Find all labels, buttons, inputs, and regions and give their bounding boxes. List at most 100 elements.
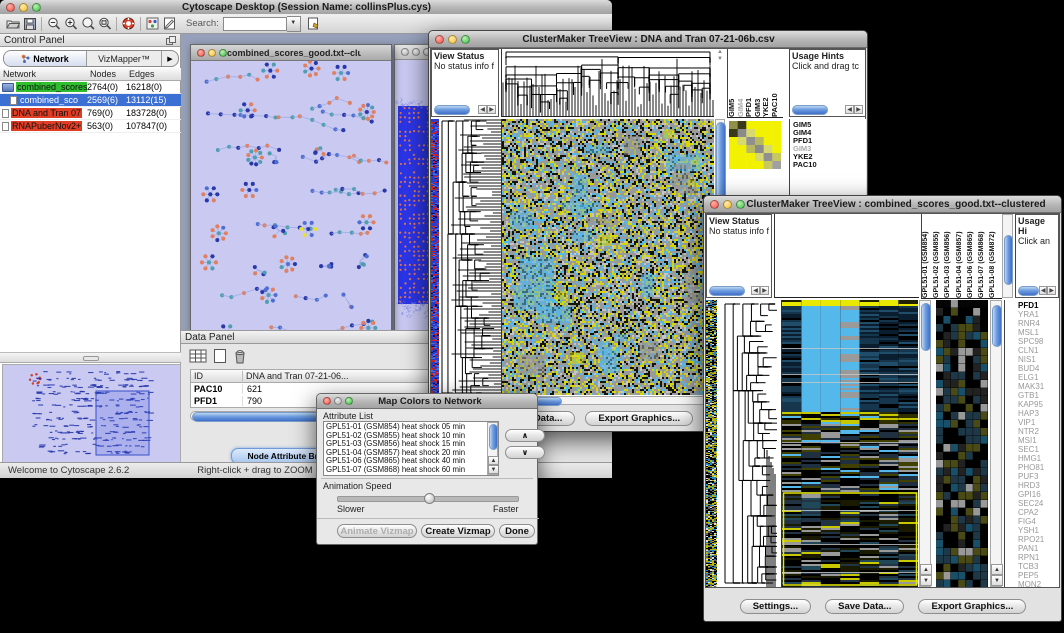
animation-speed-slider[interactable]	[337, 496, 519, 502]
tv2-zoom-scrollbar[interactable]: ▲▼	[990, 300, 1002, 587]
tv2-gene-label[interactable]: KAP95	[1018, 400, 1059, 409]
attribute-list-scrollbar[interactable]: ▲▼	[487, 422, 498, 475]
tv2-vscrollbar[interactable]: ▲▼	[919, 300, 931, 587]
tv2-col-dendrogram-area[interactable]	[774, 214, 919, 298]
search-dropdown-button[interactable]: ▼	[287, 16, 301, 32]
tv1-row-label[interactable]: PAC10	[793, 161, 866, 169]
tv2-gene-label[interactable]: RPO21	[1018, 535, 1059, 544]
attribute-select-icon[interactable]	[189, 348, 207, 364]
tv2-column-label[interactable]: GPL51-01 (GSM854)	[922, 216, 933, 298]
tv1-col-dendrogram[interactable]	[501, 49, 714, 117]
tv2-column-label[interactable]: GPL51-02 (GSM855)	[933, 216, 944, 298]
tv1-col-scroll-arrows[interactable]: ▲▼	[715, 49, 725, 117]
tv2-gene-label[interactable]: NIS1	[1018, 355, 1059, 364]
tv2-gene-label[interactable]: PFD1	[1018, 301, 1059, 310]
network-table-header[interactable]: Network Nodes Edges	[0, 68, 181, 81]
minimize-button[interactable]	[723, 200, 732, 209]
minimize-button[interactable]	[334, 397, 342, 405]
tab-overflow-arrow[interactable]: ▶	[161, 51, 178, 66]
tv2-gene-label[interactable]: SEC24	[1018, 499, 1059, 508]
tv2-gene-label[interactable]: PUF3	[1018, 472, 1059, 481]
tv2-column-label[interactable]: GPL51-08 (GSM872)	[989, 216, 1000, 298]
tv2-gene-label[interactable]: TCB3	[1018, 562, 1059, 571]
tv2-gene-label[interactable]: RNR4	[1018, 319, 1059, 328]
dialog-titlebar[interactable]: Map Colors to Network	[317, 394, 537, 409]
tv2-gene-label[interactable]: GTB1	[1018, 391, 1059, 400]
tv1-column-label[interactable]: PFD1	[745, 57, 754, 117]
tv1-column-label[interactable]: GIM5	[728, 57, 737, 117]
tv2-gene-label[interactable]: MSL1	[1018, 328, 1059, 337]
tv1-column-label[interactable]: PAC10	[771, 57, 780, 117]
tv2-gene-label[interactable]: MON2	[1018, 580, 1059, 587]
close-button[interactable]	[435, 35, 444, 44]
tv1-export-graphics-button[interactable]: Export Graphics...	[585, 411, 693, 426]
tv1-heatmap[interactable]	[501, 119, 714, 395]
tv2-gene-label[interactable]: SEC1	[1018, 445, 1059, 454]
help-ring-icon[interactable]	[120, 16, 137, 31]
tv2-gene-label[interactable]: MSI1	[1018, 436, 1059, 445]
delete-attribute-icon[interactable]	[233, 348, 247, 364]
open-file-icon[interactable]	[4, 16, 21, 31]
tv1-zoom-heatmap[interactable]	[729, 121, 781, 169]
network-row[interactable]: RNAPuberNov2+563(0)107847(0)	[0, 120, 181, 133]
tv2-settings-button[interactable]: Settings...	[740, 599, 811, 614]
tv2-status-scrollbar[interactable]: ◀▶	[709, 286, 769, 295]
zoom-button[interactable]	[32, 3, 41, 12]
zoom-out-icon[interactable]	[45, 16, 62, 31]
tv2-gene-label[interactable]: RPN1	[1018, 553, 1059, 562]
network-row[interactable]: combined_scores_2764(0)16218(0)	[0, 81, 181, 94]
zoom-fit-icon[interactable]	[96, 16, 113, 31]
annotation-icon[interactable]	[161, 16, 178, 31]
tv2-gene-label[interactable]: PHO81	[1018, 463, 1059, 472]
network-canvas[interactable]	[191, 61, 389, 364]
minimize-button[interactable]	[448, 35, 457, 44]
slider-thumb[interactable]	[424, 493, 435, 504]
tv1-row-dendrogram[interactable]	[440, 119, 501, 395]
move-down-button[interactable]: ∨	[505, 446, 545, 459]
tv2-gene-label[interactable]: HMG1	[1018, 454, 1059, 463]
treeview1-titlebar[interactable]: ClusterMaker TreeView : DNA and Tran 07-…	[429, 31, 867, 48]
tab-network[interactable]: Network	[4, 51, 87, 66]
tv1-global-strip[interactable]	[431, 119, 439, 395]
tv2-gene-label[interactable]: HAP3	[1018, 409, 1059, 418]
tv2-gene-label[interactable]: VIP1	[1018, 418, 1059, 427]
tv2-hints-scrollbar[interactable]: ◀▶	[1018, 286, 1056, 295]
float-panel-icon[interactable]	[166, 36, 176, 45]
tv2-gene-label[interactable]: NTR2	[1018, 427, 1059, 436]
tv2-column-label[interactable]: GPL51-06 (GSM865)	[967, 216, 978, 298]
network-row[interactable]: DNA and Tran 07769(0)183728(0)	[0, 107, 181, 120]
tv2-zoom-heatmap[interactable]	[936, 300, 988, 587]
zoom-in-icon[interactable]	[62, 16, 79, 31]
tv2-column-label[interactable]: GPL51-04 (GSM857)	[956, 216, 967, 298]
close-button[interactable]	[710, 200, 719, 209]
animate-vizmap-button[interactable]: Animate Vizmap	[337, 524, 417, 538]
new-attribute-icon[interactable]	[213, 348, 227, 364]
tv2-gene-label[interactable]: CLN1	[1018, 346, 1059, 355]
tv2-gene-label[interactable]: MAK31	[1018, 382, 1059, 391]
attribute-item[interactable]: GPL51-07 (GSM868) heat shock 60 min	[326, 466, 496, 475]
tv1-column-label[interactable]: GIM4	[737, 57, 746, 117]
zoom-button[interactable]	[736, 200, 745, 209]
minimize-button[interactable]	[19, 3, 28, 12]
minimize-button[interactable]	[208, 49, 216, 57]
tv2-save-data-button[interactable]: Save Data...	[825, 599, 904, 614]
network-view-window-1[interactable]: combined_scores_good.txt--cluste...	[190, 44, 392, 364]
edit-report-icon[interactable]	[305, 16, 322, 31]
create-vizmap-button[interactable]: Create Vizmap	[421, 524, 495, 538]
close-button[interactable]	[323, 397, 331, 405]
tv2-gene-label[interactable]: ELG1	[1018, 373, 1059, 382]
tv2-gene-label[interactable]: BUD4	[1018, 364, 1059, 373]
tv2-gene-label[interactable]: YSH1	[1018, 526, 1059, 535]
vizmap-icon[interactable]	[144, 16, 161, 31]
done-button[interactable]: Done	[499, 524, 535, 538]
tv1-column-label[interactable]: YKE2	[762, 57, 771, 117]
tv1-hints-scrollbar[interactable]: ◀▶	[792, 105, 863, 114]
tv2-heatmap[interactable]	[781, 300, 918, 587]
tv2-gene-label[interactable]: CPA2	[1018, 508, 1059, 517]
tv2-global-strip[interactable]	[706, 300, 717, 587]
tv2-column-label[interactable]: GPL51-07 (GSM868)	[978, 216, 989, 298]
attribute-list[interactable]: GPL51-01 (GSM854) heat shock 05 minGPL51…	[323, 421, 499, 476]
control-panel-splitter[interactable]	[0, 352, 181, 363]
tv2-gene-label[interactable]: YRA1	[1018, 310, 1059, 319]
close-button[interactable]	[6, 3, 15, 12]
